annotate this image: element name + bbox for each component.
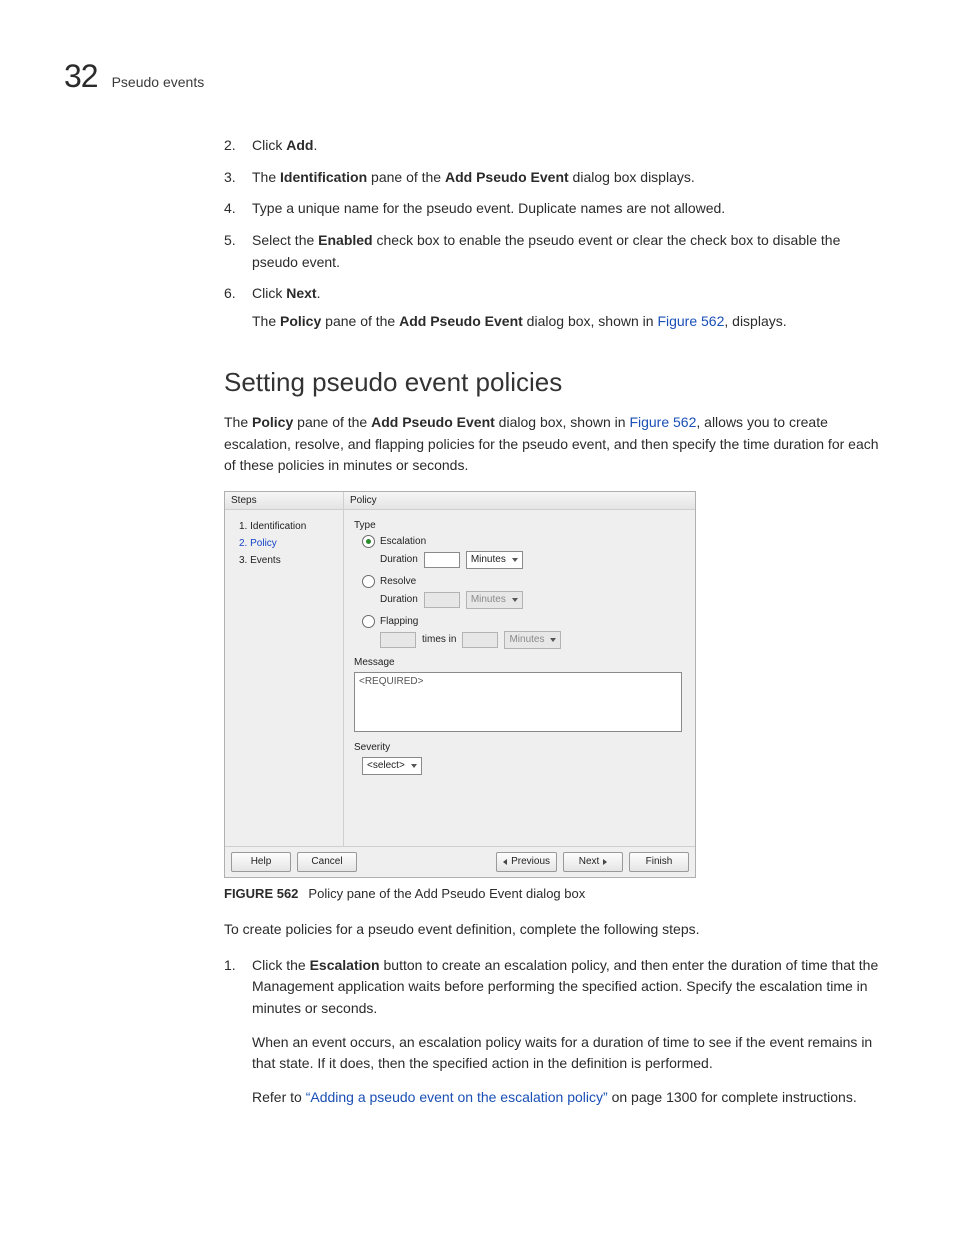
escalation-radio[interactable] <box>362 535 375 548</box>
previous-button[interactable]: Previous <box>496 852 557 872</box>
figure-caption: FIGURE 562 Policy pane of the Add Pseudo … <box>224 886 890 901</box>
chevron-down-icon <box>512 598 518 602</box>
section-heading: Setting pseudo event policies <box>224 367 890 398</box>
severity-select[interactable]: <select> <box>362 757 422 775</box>
resolve-duration-input[interactable] <box>424 592 460 608</box>
escalation-unit-select[interactable]: Minutes <box>466 551 523 569</box>
next-button[interactable]: Next <box>563 852 623 872</box>
step-4: 4.Type a unique name for the pseudo even… <box>224 198 890 220</box>
flapping-times-row: times in Minutes <box>380 631 685 649</box>
resolve-radio-row[interactable]: Resolve <box>362 575 685 588</box>
flapping-radio-label: Flapping <box>380 616 418 627</box>
step-1: 1. Click the Escalation button to create… <box>224 955 890 1109</box>
flapping-radio-row[interactable]: Flapping <box>362 615 685 628</box>
wizard-step-events[interactable]: 3. Events <box>239 552 335 569</box>
step-2: 2.Click Add. <box>224 135 890 157</box>
flapping-radio[interactable] <box>362 615 375 628</box>
step-6: 6.Click Next. The Policy pane of the Add… <box>224 283 890 332</box>
triangle-left-icon <box>503 859 507 865</box>
step-1-para-3: Refer to “Adding a pseudo event on the e… <box>252 1089 857 1105</box>
figure-caption-text: Policy pane of the Add Pseudo Event dial… <box>308 886 585 901</box>
step-5: 5.Select the Enabled check box to enable… <box>224 230 890 273</box>
running-header: 32 Pseudo events <box>64 58 890 95</box>
finish-button[interactable]: Finish <box>629 852 689 872</box>
chevron-down-icon <box>512 558 518 562</box>
escalation-duration-input[interactable] <box>424 552 460 568</box>
duration-label: Duration <box>380 554 418 565</box>
chapter-number: 32 <box>64 58 98 95</box>
flapping-unit-select[interactable]: Minutes <box>504 631 561 649</box>
figure-562-link[interactable]: Figure 562 <box>657 313 724 329</box>
post-figure-para: To create policies for a pseudo event de… <box>64 919 890 941</box>
section-intro: The Policy pane of the Add Pseudo Event … <box>64 412 890 477</box>
step-6-result: The Policy pane of the Add Pseudo Event … <box>252 311 890 333</box>
resolve-radio-label: Resolve <box>380 576 416 587</box>
resolve-radio[interactable] <box>362 575 375 588</box>
escalation-policy-link[interactable]: “Adding a pseudo event on the escalation… <box>306 1089 608 1105</box>
escalation-radio-label: Escalation <box>380 536 426 547</box>
dialog-button-bar: Help Cancel Previous Next Finish <box>225 846 695 877</box>
wizard-steps-pane: Steps 1. Identification 2. Policy 3. Eve… <box>225 492 344 846</box>
running-title: Pseudo events <box>112 74 205 90</box>
times-in-label: times in <box>422 634 456 645</box>
resolve-duration-row: Duration Minutes <box>380 591 685 609</box>
procedure-steps-top: 2.Click Add. 3.The Identification pane o… <box>224 135 890 333</box>
figure-562: Steps 1. Identification 2. Policy 3. Eve… <box>224 491 890 901</box>
policy-pane: Policy Type Escalation Duration Minutes <box>344 492 695 846</box>
step-3: 3.The Identification pane of the Add Pse… <box>224 167 890 189</box>
chevron-down-icon <box>550 638 556 642</box>
flapping-duration-input[interactable] <box>462 632 498 648</box>
duration-label-2: Duration <box>380 594 418 605</box>
triangle-right-icon <box>603 859 607 865</box>
message-textarea[interactable]: <REQUIRED> <box>354 672 682 732</box>
cancel-button[interactable]: Cancel <box>297 852 357 872</box>
add-pseudo-event-dialog: Steps 1. Identification 2. Policy 3. Eve… <box>224 491 696 878</box>
resolve-unit-select[interactable]: Minutes <box>466 591 523 609</box>
help-button[interactable]: Help <box>231 852 291 872</box>
wizard-step-policy[interactable]: 2. Policy <box>239 535 335 552</box>
chevron-down-icon <box>411 764 417 768</box>
wizard-step-identification[interactable]: 1. Identification <box>239 518 335 535</box>
figure-562-link-2[interactable]: Figure 562 <box>629 414 696 430</box>
step-1-para-2: When an event occurs, an escalation poli… <box>252 1034 872 1072</box>
severity-label: Severity <box>354 742 685 753</box>
steps-pane-header: Steps <box>225 492 343 510</box>
policy-pane-header: Policy <box>344 492 695 510</box>
flapping-count-input[interactable] <box>380 632 416 648</box>
type-group-label: Type <box>354 520 685 531</box>
message-label: Message <box>354 657 685 668</box>
figure-caption-label: FIGURE 562 <box>224 886 298 901</box>
escalation-duration-row: Duration Minutes <box>380 551 685 569</box>
procedure-steps-bottom: 1. Click the Escalation button to create… <box>224 955 890 1109</box>
escalation-radio-row[interactable]: Escalation <box>362 535 685 548</box>
